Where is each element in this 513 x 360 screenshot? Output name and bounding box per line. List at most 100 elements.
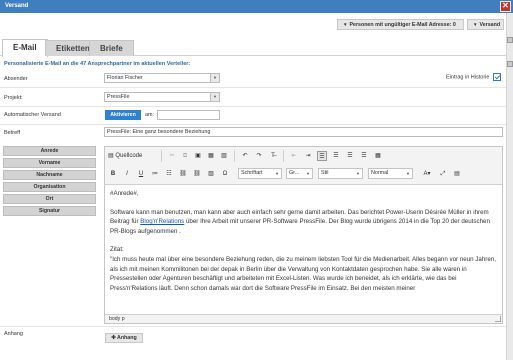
projekt-select[interactable]: PressFile ▼ xyxy=(104,92,220,102)
invalid-email-label: Personen mit ungültiger E-Mail Adresse: … xyxy=(349,22,456,28)
style-select-label: Stil xyxy=(321,170,329,176)
quote-paragraph: "Ich muss heute mal über eine besondere … xyxy=(110,255,496,292)
caret-down-icon: ▼ xyxy=(343,22,348,27)
maximize-icon[interactable]: ⤢ xyxy=(438,169,448,179)
blocks-icon[interactable]: ▤ xyxy=(452,169,462,179)
window-title: Versand xyxy=(5,3,29,9)
bullet-list-icon[interactable]: ☷ xyxy=(164,169,174,179)
size-select-label: Gr... xyxy=(289,170,300,176)
align-center-icon[interactable]: ☰ xyxy=(331,151,341,161)
redo-icon[interactable]: ↷ xyxy=(254,151,264,161)
plus-icon: ✚ xyxy=(111,335,116,341)
editor-content[interactable]: #Anrede#, Software kann man benutzen, ma… xyxy=(110,189,498,293)
close-icon[interactable]: ✕ xyxy=(500,1,511,12)
chevron-down-icon: ▼ xyxy=(356,171,360,176)
absender-select[interactable]: Florian Fischer ▼ xyxy=(104,73,220,83)
intro-paragraph: Software kann man benutzen, man kann abe… xyxy=(110,208,498,237)
placeholder-organisation-button[interactable]: Organisation xyxy=(3,182,96,192)
format-select[interactable]: Normal ▼ xyxy=(368,168,413,179)
italic-icon[interactable]: I xyxy=(122,169,132,179)
divider xyxy=(0,124,506,125)
chevron-down-icon: ▼ xyxy=(406,171,410,176)
right-scrollbar[interactable] xyxy=(506,13,513,360)
copy-icon[interactable]: ⧉ xyxy=(180,151,190,161)
divider xyxy=(0,326,506,327)
editor-toolbar: ▤ Quellcode ✂ ⧉ ▣ ▦ ▧ ↶ ↷ T̶ ⇤ ⇥ ☰ ☰ ☰ ☰… xyxy=(105,147,502,185)
placeholder-ort-button[interactable]: Ort xyxy=(3,194,96,204)
window-titlebar: Versand ✕ xyxy=(0,0,513,13)
projekt-label: Projekt: xyxy=(4,95,23,101)
cut-icon[interactable]: ✂ xyxy=(167,151,177,161)
font-select[interactable]: Schriftart ▼ xyxy=(238,168,282,179)
anhang-label: Anhang xyxy=(4,331,23,337)
add-attachment-label: Anhang xyxy=(117,335,137,341)
salutation-paragraph: #Anrede#, xyxy=(110,190,139,197)
paste-word-icon[interactable]: ▧ xyxy=(219,151,229,161)
date-input[interactable] xyxy=(157,110,220,120)
editor-path-bar: body p xyxy=(105,314,502,323)
quote-heading: Zitat: xyxy=(110,246,124,254)
placeholder-vorname-button[interactable]: Vorname xyxy=(3,158,96,168)
placeholder-anrede-button[interactable]: Anrede xyxy=(3,146,96,156)
invalid-email-button[interactable]: ▼ Personen mit ungültiger E-Mail Adresse:… xyxy=(337,19,464,30)
align-justify-icon[interactable]: ☰ xyxy=(359,151,369,161)
remove-format-icon[interactable]: T̶ xyxy=(268,151,278,161)
tab-email[interactable]: E-Mail xyxy=(2,39,48,57)
scroll-handle-icon[interactable] xyxy=(507,37,513,43)
special-char-icon[interactable]: Ω xyxy=(220,169,230,179)
absender-value: Florian Fischer xyxy=(107,75,143,81)
format-select-label: Normal xyxy=(371,170,389,176)
historie-checkbox[interactable] xyxy=(493,73,501,81)
text-color-icon[interactable]: A▾ xyxy=(420,169,434,179)
chevron-down-icon: ▼ xyxy=(275,171,279,176)
projekt-value: PressFile xyxy=(107,94,130,100)
subject-input[interactable]: PressFile: Eine ganz besondere Beziehung xyxy=(104,127,503,137)
email-editor[interactable]: ▤ Quellcode ✂ ⧉ ▣ ▦ ▧ ↶ ↷ T̶ ⇤ ⇥ ☰ ☰ ☰ ☰… xyxy=(104,146,503,324)
betreff-label: Betreff xyxy=(4,130,21,136)
auto-versand-label: Automatischer Versand xyxy=(4,112,61,118)
align-right-icon[interactable]: ☰ xyxy=(345,151,355,161)
underline-icon[interactable]: U xyxy=(136,169,146,179)
indent-icon[interactable]: ⇥ xyxy=(303,151,313,161)
unlink-icon[interactable]: ⛓ xyxy=(192,169,202,179)
source-button[interactable]: ▤ Quellcode xyxy=(108,151,156,161)
divider xyxy=(234,150,235,162)
placeholder-nachname-button[interactable]: Nachname xyxy=(3,170,96,180)
placeholder-signatur-button[interactable]: Signatur xyxy=(3,206,96,216)
link-icon[interactable]: ⛓ xyxy=(178,169,188,179)
recipients-subtitle: Personalisierte E-Mail an die 47 Ansprec… xyxy=(4,61,191,67)
image-icon[interactable]: ▨ xyxy=(206,169,216,179)
outdent-icon[interactable]: ⇤ xyxy=(289,151,299,161)
chevron-down-icon: ▼ xyxy=(210,93,219,101)
paste-icon[interactable]: ▣ xyxy=(193,151,203,161)
chevron-down-icon: ▼ xyxy=(306,171,310,176)
divider xyxy=(0,87,506,88)
tab-briefe[interactable]: Briefe xyxy=(89,40,134,56)
paste-text-icon[interactable]: ▦ xyxy=(206,151,216,161)
source-code-icon: ▤ xyxy=(108,153,114,159)
send-button[interactable]: ▼ Versand xyxy=(467,19,504,30)
style-select[interactable]: Stil ▼ xyxy=(318,168,363,179)
tab-bar: E-Mail Etiketten Briefe xyxy=(0,38,506,57)
size-select[interactable]: Gr... ▼ xyxy=(286,168,313,179)
undo-icon[interactable]: ↶ xyxy=(240,151,250,161)
divider xyxy=(0,106,506,107)
divider xyxy=(161,150,162,162)
resize-grip-icon[interactable] xyxy=(495,316,501,322)
activate-button[interactable]: Aktivieren xyxy=(105,110,141,120)
bold-icon[interactable]: B xyxy=(108,169,118,179)
table-icon[interactable]: ▦ xyxy=(373,151,383,161)
font-select-label: Schriftart xyxy=(241,170,263,176)
blog-link[interactable]: Blog'n'Relations xyxy=(140,218,184,225)
align-left-icon[interactable]: ☰ xyxy=(317,151,327,161)
divider xyxy=(283,150,284,162)
send-label: Versand xyxy=(479,22,501,28)
historie-toggle[interactable]: Eintrag in Historie xyxy=(446,73,501,81)
add-attachment-button[interactable]: ✚ Anhang xyxy=(105,333,143,343)
caret-down-icon: ▼ xyxy=(473,22,478,27)
scroll-handle-icon[interactable] xyxy=(507,61,513,67)
source-label: Quellcode xyxy=(115,153,143,159)
numbered-list-icon[interactable]: ≔ xyxy=(150,169,160,179)
historie-label: Eintrag in Historie xyxy=(446,74,490,81)
absender-label: Absender xyxy=(4,76,28,82)
